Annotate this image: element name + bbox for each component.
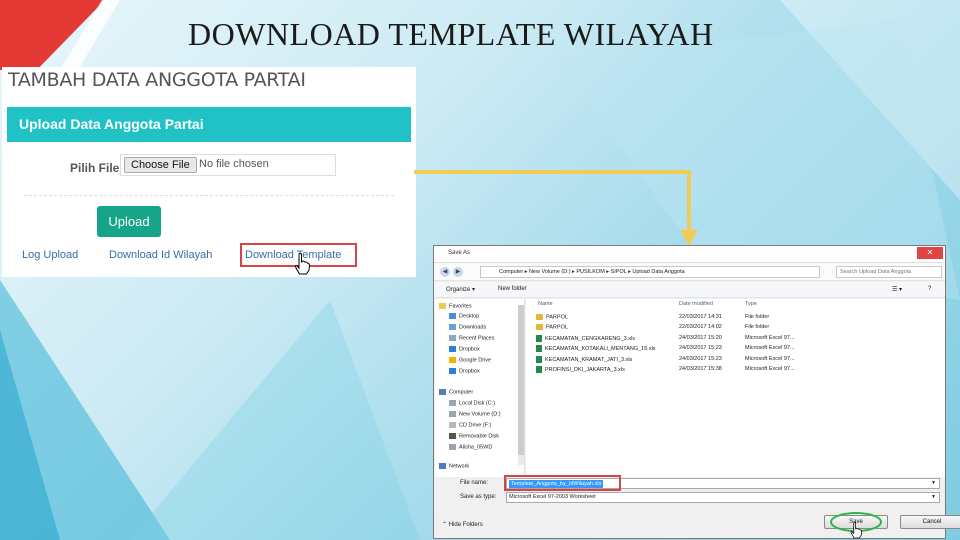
hide-folders-toggle[interactable]: ⌃ Hide Folders [442,521,483,528]
folder-icon [536,324,543,330]
star-icon [439,303,446,309]
excel-file-icon [536,366,542,373]
nav-item-alisha[interactable]: Alisha_05WD [449,444,492,450]
excel-file-icon [536,345,542,352]
hand-cursor-icon [850,522,862,539]
breadcrumb[interactable]: Computer ▸ New Volume (D:) ▸ PUSILKOM ▸ … [480,266,820,278]
file-row[interactable]: PROFINSI_DKI_JAKARTA_3.xls 24/03/2017 15… [532,365,932,375]
file-row[interactable]: PARPOL 22/03/2017 14:02 File folder [532,323,932,333]
network-icon [439,463,446,469]
drive-icon [449,411,456,417]
nav-item-google-drive[interactable]: Google Drive [449,357,491,363]
cancel-button[interactable]: Cancel [900,515,960,529]
nav-item-desktop[interactable]: Desktop [449,313,479,319]
nav-scrollbar[interactable] [518,305,524,465]
file-row[interactable]: KECAMATAN_CENGKARENG_3.xls 24/03/2017 15… [532,334,932,344]
downloads-icon [449,324,456,330]
back-icon[interactable]: ◀ [440,267,450,277]
navigation-pane: Favorites Desktop Downloads Recent Place… [435,299,525,477]
dialog-toolbar: Organize ▾ New folder ☰ ▾ ? [434,282,945,298]
nav-item-dropbox[interactable]: Dropbox [449,346,480,352]
address-bar: ◀ ▶ Computer ▸ New Volume (D:) ▸ PUSILKO… [434,263,945,281]
organize-button[interactable]: Organize ▾ [446,286,475,293]
nav-network[interactable]: Network [439,463,469,469]
drive-icon [449,400,456,406]
help-icon[interactable]: ? [928,286,931,292]
desktop-icon [449,313,456,319]
view-icon[interactable]: ☰ ▾ [892,286,902,293]
dialog-title: Save As [448,250,471,256]
nav-favorites[interactable]: Favorites [439,303,472,309]
nav-item-recent[interactable]: Recent Places [449,335,494,341]
close-icon[interactable]: ✕ [917,247,943,259]
forward-icon[interactable]: ▶ [453,267,463,277]
column-date[interactable]: Date modified [679,301,713,311]
chevron-up-icon: ⌃ [442,522,449,528]
file-name-label: File name: [460,480,489,486]
search-input[interactable]: Search Upload Data Anggota [836,266,942,278]
chevron-down-icon[interactable]: ▼ [931,494,936,500]
nav-item-local-disk[interactable]: Local Disk (C:) [449,400,495,406]
save-as-dialog: Save As ✕ ◀ ▶ Computer ▸ New Volume (D:)… [433,245,960,539]
removable-disk-icon [449,433,456,439]
save-type-value: Microsoft Excel 97-2003 Worksheet [509,494,596,500]
nav-item-dropbox-2[interactable]: Dropbox [449,368,480,374]
nav-item-new-volume[interactable]: New Volume (D:) [449,411,501,417]
save-type-select[interactable]: Microsoft Excel 97-2003 Worksheet ▼ [506,492,940,503]
nav-scrollbar-thumb[interactable] [518,305,524,455]
google-drive-icon [449,357,456,363]
file-row[interactable]: PARPOL 22/03/2017 14:31 File folder [532,313,932,323]
file-row[interactable]: KECAMATAN_KOTAKALI_MENTANG_15.xls 24/03/… [532,344,932,354]
nav-item-removable[interactable]: Removable Disk [449,433,499,439]
excel-file-icon [536,335,542,342]
nav-item-cd-drive[interactable]: CD Drive (F:) [449,422,491,428]
drive-icon [449,444,456,450]
dropbox-icon [449,368,456,374]
chevron-down-icon[interactable]: ▼ [931,480,936,486]
file-row[interactable]: KECAMATAN_KRAMAT_JATI_3.xls 24/03/2017 1… [532,355,932,365]
dialog-titlebar: Save As ✕ [434,246,945,263]
folder-icon [536,314,543,320]
cd-drive-icon [449,422,456,428]
new-folder-button[interactable]: New folder [498,286,527,292]
save-type-label: Save as type: [460,494,497,500]
column-name[interactable]: Name [538,301,553,311]
column-type[interactable]: Type [745,301,757,311]
dropbox-icon [449,346,456,352]
nav-item-downloads[interactable]: Downloads [449,324,486,330]
save-form: File name: Template_Anggota_by_IdWilayah… [434,475,945,518]
computer-icon [439,389,446,395]
file-name-highlight [504,475,621,491]
file-list: Name Date modified Type PARPOL 22/03/201… [526,299,945,477]
excel-file-icon [536,356,542,363]
recent-places-icon [449,335,456,341]
nav-computer[interactable]: Computer [439,389,473,395]
